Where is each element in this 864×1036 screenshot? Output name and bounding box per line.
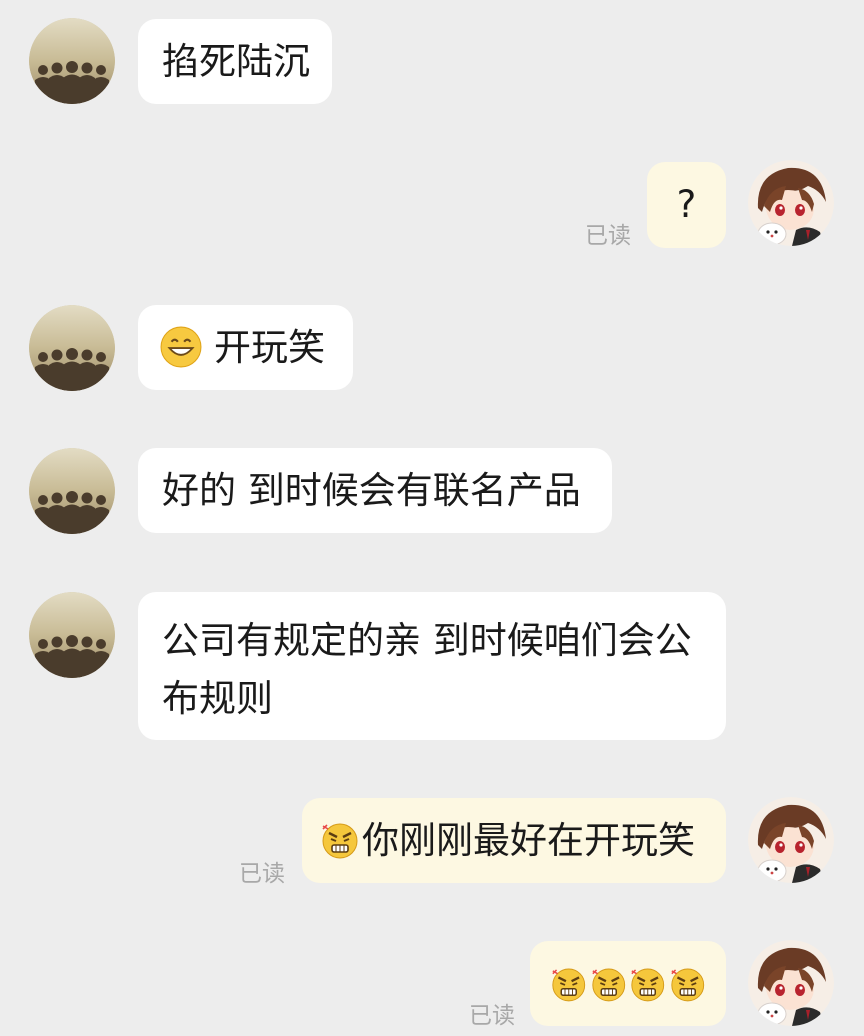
character-avatar-icon: [748, 797, 834, 883]
user-avatar[interactable]: [748, 940, 834, 1026]
angry-face-emoji-icon: [320, 820, 360, 860]
brand-logo-icon: [29, 18, 115, 104]
message-bubble[interactable]: 公司有规定的亲 到时候咱们会公布规则: [138, 592, 726, 740]
read-status: 已读: [469, 1003, 515, 1029]
message-text: 公司有规定的亲 到时候咱们会公布规则: [162, 619, 692, 720]
brand-avatar[interactable]: [29, 18, 115, 104]
user-avatar[interactable]: [748, 160, 834, 246]
message-bubble[interactable]: 开玩笑: [138, 305, 353, 390]
message-text: 好的 到时候会有联名产品: [162, 469, 581, 512]
character-avatar-icon: [748, 160, 834, 246]
brand-logo-icon: [29, 448, 115, 534]
brand-avatar[interactable]: [29, 305, 115, 391]
character-avatar-icon: [748, 940, 834, 1026]
message-bubble[interactable]: ?: [647, 162, 726, 248]
angry-face-emoji-icon: [629, 965, 667, 1003]
brand-avatar[interactable]: [29, 448, 115, 534]
message-bubble[interactable]: [530, 941, 726, 1026]
message-text: 开玩笑: [214, 326, 325, 369]
brand-logo-icon: [29, 592, 115, 678]
message-bubble[interactable]: 掐死陆沉: [138, 19, 332, 104]
brand-logo-icon: [29, 305, 115, 391]
message-text: ?: [676, 183, 697, 226]
read-status: 已读: [585, 223, 631, 249]
message-bubble[interactable]: 好的 到时候会有联名产品: [138, 448, 612, 533]
message-text: 掐死陆沉: [162, 40, 310, 83]
angry-face-emoji-icon: [669, 965, 707, 1003]
angry-face-emoji-icon: [590, 965, 628, 1003]
read-status: 已读: [239, 861, 285, 887]
grinning-emoji-icon: [160, 326, 202, 368]
brand-avatar[interactable]: [29, 592, 115, 678]
emoji-sequence: [550, 941, 706, 1026]
message-bubble[interactable]: 你刚刚最好在开玩笑: [302, 798, 726, 883]
message-text: 你刚刚最好在开玩笑: [362, 819, 695, 862]
user-avatar[interactable]: [748, 797, 834, 883]
angry-face-emoji-icon: [550, 965, 588, 1003]
